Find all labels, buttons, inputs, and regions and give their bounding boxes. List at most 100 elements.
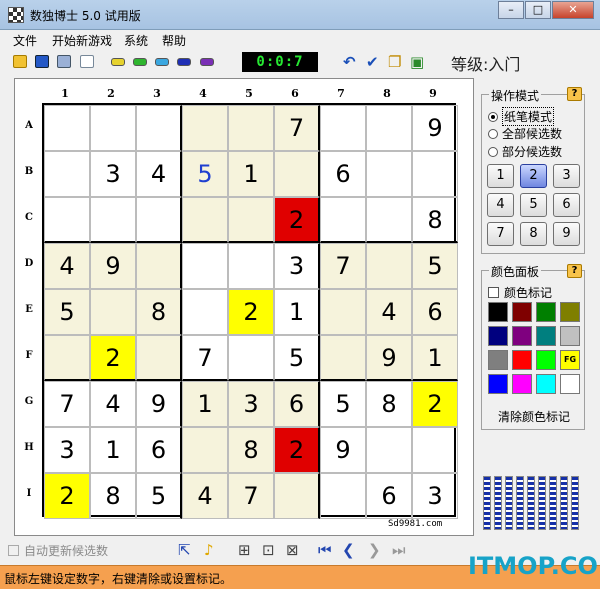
- sudoku-cell[interactable]: [44, 335, 90, 381]
- sudoku-cell[interactable]: 4: [182, 473, 228, 519]
- sudoku-cell[interactable]: 8: [228, 427, 274, 473]
- sudoku-cell[interactable]: 6: [366, 473, 412, 519]
- number-button[interactable]: 6: [553, 193, 580, 217]
- number-button[interactable]: 3: [553, 164, 580, 188]
- sudoku-cell[interactable]: [136, 105, 182, 151]
- sudoku-cell[interactable]: 9: [412, 105, 458, 151]
- sudoku-cell[interactable]: 9: [366, 335, 412, 381]
- sudoku-cell[interactable]: 8: [366, 381, 412, 427]
- number-button[interactable]: 9: [553, 222, 580, 246]
- color-mark-checkbox[interactable]: 颜色标记: [488, 284, 552, 301]
- sudoku-cell[interactable]: [90, 197, 136, 243]
- color-swatch[interactable]: [512, 302, 532, 322]
- sudoku-cell[interactable]: [274, 151, 320, 197]
- sudoku-cell[interactable]: 5: [320, 381, 366, 427]
- new-document-icon[interactable]: [80, 55, 94, 68]
- sudoku-cell[interactable]: 7: [228, 473, 274, 519]
- number-button[interactable]: 7: [487, 222, 514, 246]
- sudoku-cell[interactable]: [320, 473, 366, 519]
- color-swatch[interactable]: [560, 302, 580, 322]
- bell-icon[interactable]: ♪: [204, 541, 214, 559]
- mode-all-candidates[interactable]: 全部候选数: [488, 125, 562, 142]
- purple-gem-icon[interactable]: [200, 58, 214, 66]
- undo-icon[interactable]: ↶: [343, 53, 356, 71]
- sudoku-cell[interactable]: [182, 105, 228, 151]
- cyan-gem-icon[interactable]: [155, 58, 169, 66]
- mode-partial-candidates[interactable]: 部分候选数: [488, 143, 562, 160]
- sudoku-cell[interactable]: 9: [320, 427, 366, 473]
- color-swatch[interactable]: [488, 326, 508, 346]
- next-step-icon[interactable]: ❯: [368, 541, 381, 559]
- sudoku-cell[interactable]: [320, 335, 366, 381]
- sudoku-cell[interactable]: 8: [136, 289, 182, 335]
- sudoku-cell[interactable]: [366, 197, 412, 243]
- number-button[interactable]: 4: [487, 193, 514, 217]
- sudoku-cell[interactable]: 3: [44, 427, 90, 473]
- sudoku-cell[interactable]: 2: [90, 335, 136, 381]
- sudoku-cell[interactable]: [274, 473, 320, 519]
- sudoku-cell[interactable]: 6: [136, 427, 182, 473]
- sudoku-cell[interactable]: 7: [182, 335, 228, 381]
- minimize-button[interactable]: –: [498, 1, 524, 19]
- sudoku-cell[interactable]: [44, 197, 90, 243]
- sudoku-cell[interactable]: 5: [44, 289, 90, 335]
- sudoku-cell[interactable]: 5: [136, 473, 182, 519]
- link-icon[interactable]: ⊞: [238, 541, 251, 559]
- color-swatch[interactable]: [560, 374, 580, 394]
- operation-help-button[interactable]: ?: [567, 87, 582, 101]
- sudoku-cell[interactable]: 5: [274, 335, 320, 381]
- link-check-icon[interactable]: ⊡: [262, 541, 275, 559]
- color-swatch[interactable]: [560, 326, 580, 346]
- sudoku-cell[interactable]: 4: [90, 381, 136, 427]
- sudoku-cell[interactable]: 1: [90, 427, 136, 473]
- green-gem-icon[interactable]: [133, 58, 147, 66]
- color-swatch[interactable]: [488, 350, 508, 370]
- menu-new-game[interactable]: 开始新游戏: [52, 32, 112, 49]
- sudoku-cell[interactable]: [44, 105, 90, 151]
- sudoku-cell[interactable]: 3: [228, 381, 274, 427]
- close-button[interactable]: ✕: [552, 1, 594, 19]
- sudoku-cell[interactable]: 6: [412, 289, 458, 335]
- sudoku-cell[interactable]: 2: [274, 427, 320, 473]
- sudoku-cell[interactable]: [228, 105, 274, 151]
- link-cross-icon[interactable]: ⊠: [286, 541, 299, 559]
- menu-file[interactable]: 文件: [13, 32, 37, 49]
- sudoku-cell[interactable]: 7: [44, 381, 90, 427]
- color-swatch[interactable]: [512, 350, 532, 370]
- sudoku-cell[interactable]: 3: [274, 243, 320, 289]
- previous-step-icon[interactable]: ❮: [342, 541, 355, 559]
- sudoku-cell[interactable]: 1: [228, 151, 274, 197]
- sudoku-cell[interactable]: [366, 427, 412, 473]
- sudoku-cell[interactable]: 1: [182, 381, 228, 427]
- color-swatch[interactable]: [488, 374, 508, 394]
- sudoku-cell[interactable]: 3: [90, 151, 136, 197]
- sudoku-cell[interactable]: [366, 105, 412, 151]
- sudoku-cell[interactable]: 6: [274, 381, 320, 427]
- sudoku-cell[interactable]: [44, 151, 90, 197]
- sudoku-cell[interactable]: 2: [228, 289, 274, 335]
- sudoku-cell[interactable]: 7: [320, 243, 366, 289]
- sudoku-cell[interactable]: 3: [412, 473, 458, 519]
- sudoku-cell[interactable]: [90, 289, 136, 335]
- sudoku-cell[interactable]: 8: [412, 197, 458, 243]
- sudoku-cell[interactable]: 4: [44, 243, 90, 289]
- sudoku-cell[interactable]: [228, 243, 274, 289]
- print-icon[interactable]: [57, 55, 71, 68]
- image-icon[interactable]: ▣: [410, 53, 424, 71]
- menu-help[interactable]: 帮助: [162, 32, 186, 49]
- sudoku-cell[interactable]: 1: [274, 289, 320, 335]
- color-swatch[interactable]: [536, 374, 556, 394]
- sudoku-cell[interactable]: [228, 197, 274, 243]
- color-swatch[interactable]: [536, 302, 556, 322]
- menu-system[interactable]: 系统: [124, 32, 148, 49]
- sudoku-cell[interactable]: 6: [320, 151, 366, 197]
- sudoku-cell[interactable]: [182, 243, 228, 289]
- yellow-gem-icon[interactable]: [111, 58, 125, 66]
- number-button[interactable]: 8: [520, 222, 547, 246]
- sudoku-cell[interactable]: 5: [182, 151, 228, 197]
- sudoku-cell[interactable]: 8: [90, 473, 136, 519]
- save-icon[interactable]: [35, 55, 49, 68]
- sudoku-cell[interactable]: [182, 427, 228, 473]
- sudoku-cell[interactable]: 2: [412, 381, 458, 427]
- sudoku-cell[interactable]: 2: [44, 473, 90, 519]
